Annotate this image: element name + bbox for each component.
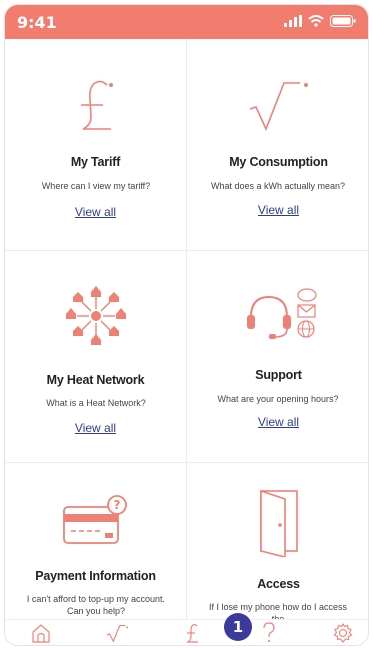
card-access[interactable]: Access If I lose my phone how do I acces… xyxy=(187,463,368,622)
square-root-icon xyxy=(187,77,368,133)
card-title: Support xyxy=(255,368,302,382)
pound-icon xyxy=(5,77,186,133)
phone-frame: 9:41 My Tariff Where can I view my tarif… xyxy=(4,4,369,646)
card-my-tariff[interactable]: My Tariff Where can I view my tariff? Vi… xyxy=(5,39,187,251)
tab-bar xyxy=(5,619,368,645)
home-icon xyxy=(32,624,50,643)
status-time: 9:41 xyxy=(17,13,57,32)
card-title: Payment Information xyxy=(35,569,156,583)
tab-tariff[interactable] xyxy=(181,622,205,644)
card-title: My Consumption xyxy=(229,155,328,169)
notification-badge[interactable]: 1 xyxy=(224,613,252,641)
heat-network-icon xyxy=(5,283,186,349)
card-subtitle: Where can I view my tariff? xyxy=(41,181,151,191)
svg-text:?: ? xyxy=(113,498,120,512)
card-title: My Tariff xyxy=(70,155,121,169)
card-subtitle: What does a kWh actually mean? xyxy=(210,181,346,191)
door-icon xyxy=(187,487,368,557)
view-all-link[interactable]: View all xyxy=(5,421,186,435)
card-subtitle: What is a Heat Network? xyxy=(46,398,146,408)
signal-icon xyxy=(284,15,302,27)
tariff-icon xyxy=(186,624,198,643)
settings-icon xyxy=(333,623,353,643)
battery-icon xyxy=(330,15,356,27)
card-my-consumption[interactable]: My Consumption What does a kWh actually … xyxy=(187,39,368,251)
view-all-link[interactable]: View all xyxy=(5,205,186,219)
card-my-heat-network[interactable]: My Heat Network What is a Heat Network? … xyxy=(5,251,187,463)
tab-consumption[interactable] xyxy=(105,622,129,644)
tab-home[interactable] xyxy=(29,622,53,644)
view-all-link[interactable]: View all xyxy=(187,203,368,217)
view-all-link[interactable]: View all xyxy=(187,415,368,429)
headset-icon xyxy=(187,287,368,343)
wifi-icon xyxy=(308,15,324,27)
credit-card-question-icon: ? xyxy=(5,495,186,549)
card-subtitle: What are your opening hours? xyxy=(217,394,339,404)
status-bar: 9:41 xyxy=(5,5,368,39)
help-icon xyxy=(263,622,275,642)
status-icons xyxy=(284,15,356,27)
tab-help[interactable] xyxy=(257,622,281,644)
card-subtitle: I can't afford to top-up my account. Can… xyxy=(26,594,166,616)
card-title: My Heat Network xyxy=(46,373,145,387)
consumption-icon xyxy=(106,625,129,643)
card-support[interactable]: Support What are your opening hours? Vie… xyxy=(187,251,368,463)
card-title: Access xyxy=(257,577,300,591)
help-grid: My Tariff Where can I view my tariff? Vi… xyxy=(5,39,368,622)
tab-settings[interactable] xyxy=(331,622,355,644)
card-payment-information[interactable]: ? Payment Information I can't afford to … xyxy=(5,463,187,622)
